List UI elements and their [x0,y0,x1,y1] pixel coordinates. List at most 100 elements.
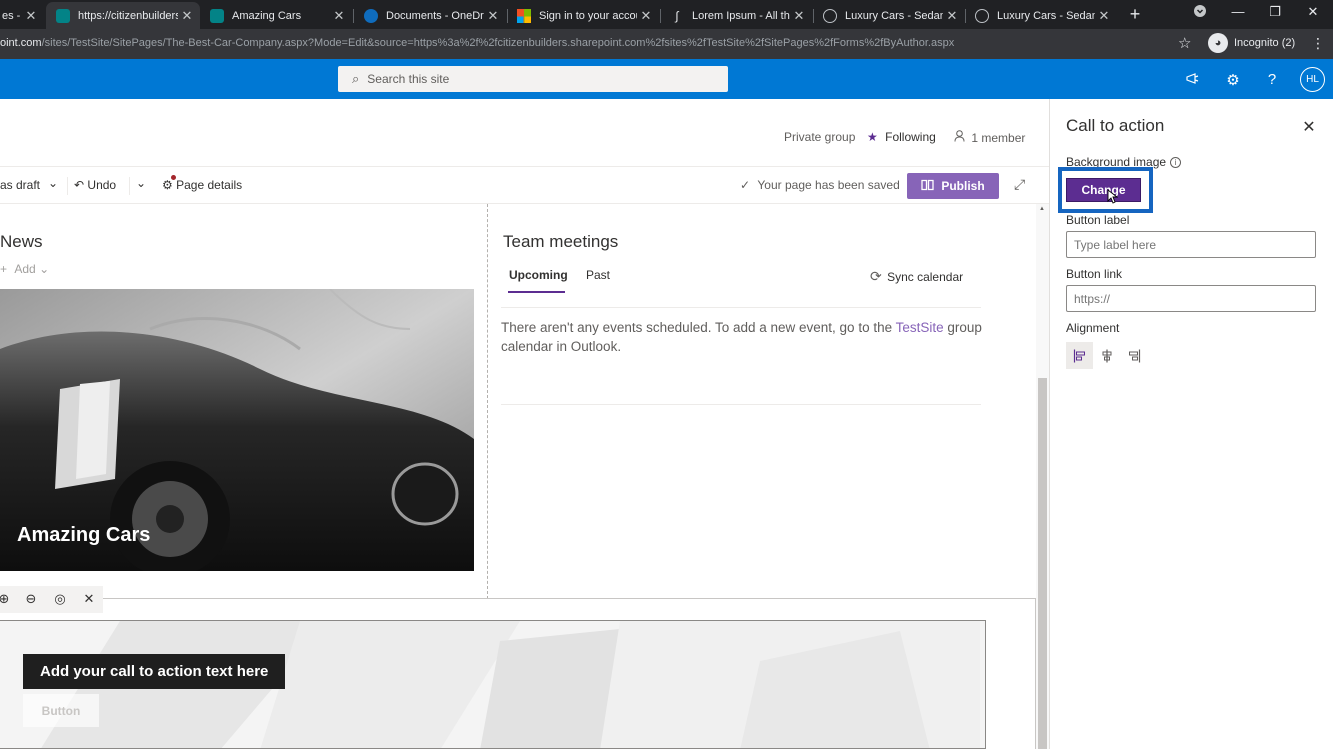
cta-text[interactable]: Add your call to action text here [23,654,286,689]
megaphone-icon[interactable] [1183,71,1203,91]
browser-tab[interactable]: es - ✕ [0,2,44,29]
chevron-down-icon[interactable]: ⌄ [48,176,58,190]
incognito-indicator[interactable]: ◕ Incognito (2) [1208,33,1295,53]
following-label: Following [885,130,936,144]
publish-label: Publish [941,179,985,193]
button-link-label: Button link [1066,267,1123,281]
scroll-up-arrow-icon[interactable]: ▲ [1039,206,1047,212]
save-status-label: Your page has been saved [757,178,900,192]
browser-address-bar[interactable]: oint.com/sites/TestSite/SitePages/The-Be… [0,29,1333,59]
browser-tab[interactable]: Amazing Cars ✕ [200,2,352,29]
divider [67,177,68,195]
browser-tab-active[interactable]: https://citizenbuilders. ✕ [46,2,200,29]
divider [501,307,981,308]
help-icon[interactable]: ? [1262,71,1282,88]
browser-tab[interactable]: Luxury Cars - Sedans, ✕ [965,2,1117,29]
restore-icon[interactable]: ❐ [1265,4,1285,20]
sync-icon: ⟳ [870,268,882,284]
cta-button[interactable]: Button [23,694,99,727]
no-events-message: There aren't any events scheduled. To ad… [501,318,986,356]
browser-tab-title: https://citizenbuilders. [78,9,178,22]
close-icon[interactable]: ✕ [1300,117,1318,137]
search-placeholder: Search this site [367,72,450,86]
close-tab-icon[interactable]: ✕ [1095,8,1113,24]
minimize-icon[interactable]: — [1228,4,1248,19]
bookmark-star-icon[interactable]: ☆ [1178,34,1191,52]
avatar[interactable]: HL [1300,67,1325,92]
members-label: 1 member [971,131,1026,145]
new-tab-plus-icon[interactable]: + [1125,4,1145,25]
tab-past[interactable]: Past [586,268,610,282]
sharepoint-favicon-icon [210,8,224,23]
page-details-button[interactable]: ⚙ Page details [162,175,242,192]
sharepoint-favicon-icon [56,8,70,23]
undo-button[interactable]: ↶ Undo [74,178,116,192]
divider [129,177,130,195]
browser-tab[interactable]: ∫ Lorem Ipsum - All the ✕ [660,2,812,29]
browser-tab-strip: es - ✕ https://citizenbuilders. ✕ Amazin… [0,0,1333,29]
browser-tab-title: Lorem Ipsum - All the [692,9,790,22]
settings-gear-icon[interactable]: ⚙ [1223,71,1243,89]
browser-tab[interactable]: Luxury Cars - Sedans, ✕ [813,2,965,29]
browser-tab-title: Amazing Cars [232,9,302,22]
property-pane-title: Call to action [1066,116,1165,135]
browser-tab-title: Sign in to your accoun [539,9,637,22]
news-heading: News [0,232,43,251]
close-tab-icon[interactable]: ✕ [484,8,502,24]
incognito-label: Incognito (2) [1234,37,1296,49]
undo-label: Undo [87,178,117,192]
testsite-group-link[interactable]: TestSite [896,320,944,335]
close-tab-icon[interactable]: ✕ [178,8,196,24]
browser-tab[interactable]: Documents - OneDrive ✕ [354,2,506,29]
onedrive-favicon-icon [364,8,378,23]
close-icon[interactable]: ✕ [81,591,97,607]
members-button[interactable]: 1 member [954,130,1025,145]
follow-toggle[interactable]: ★ Following [867,130,936,144]
close-tab-icon[interactable]: ✕ [790,8,808,24]
news-hero-title[interactable]: Amazing Cars [17,524,150,547]
button-label-input[interactable] [1066,231,1316,258]
info-icon[interactable]: i [1170,157,1182,168]
button-link-input[interactable] [1066,285,1316,312]
tab-search-icon[interactable] [1190,4,1210,21]
publish-button[interactable]: Publish [907,173,999,199]
undo-icon: ↶ [74,178,85,192]
close-tab-icon[interactable]: ✕ [22,8,40,24]
news-add-button[interactable]: + Add ⌄ [0,262,49,276]
expand-icon[interactable]: ⤢ [1014,176,1025,193]
window-close-icon[interactable]: ✕ [1303,4,1323,20]
align-left-button[interactable] [1066,342,1093,369]
align-right-button[interactable] [1120,342,1147,369]
message-text: There aren't any events scheduled. To ad… [501,320,896,335]
chevron-down-icon[interactable]: ⌄ [136,176,146,190]
reset-image-icon[interactable]: ◎ [52,591,68,607]
browser-tab-title: Luxury Cars - Sedans, [997,9,1095,22]
align-right-icon [1128,349,1140,362]
tab-upcoming[interactable]: Upcoming [509,268,568,282]
sync-calendar-button[interactable]: ⟳ Sync calendar [870,268,963,285]
browser-tab[interactable]: Sign in to your accoun ✕ [507,2,659,29]
close-tab-icon[interactable]: ✕ [943,8,961,24]
zoom-out-icon[interactable]: ⊖ [23,591,39,607]
team-meetings-heading: Team meetings [503,232,619,251]
active-tab-indicator [508,291,565,293]
close-tab-icon[interactable]: ✕ [637,8,655,24]
command-bar: as draft ⌄ ↶ Undo ⌄ ⚙ Page details ✓ You… [0,166,1049,204]
site-search-box[interactable]: ⌕ Search this site [338,66,728,92]
zoom-in-icon[interactable]: ⊕ [0,591,12,607]
search-icon: ⌕ [352,71,360,86]
scrollbar-thumb[interactable] [1038,378,1047,749]
chevron-down-icon: ⌄ [39,262,50,276]
url-text[interactable]: oint.com/sites/TestSite/SitePages/The-Be… [0,37,954,49]
incognito-icon: ◕ [1208,33,1228,53]
button-label-label: Button label [1066,213,1130,227]
browser-menu-icon[interactable]: ⋮ [1311,35,1325,52]
align-center-button[interactable] [1093,342,1120,369]
alignment-label: Alignment [1066,321,1120,335]
change-image-button[interactable]: Change [1066,178,1141,202]
browser-tab-title: Documents - OneDrive [386,9,484,22]
save-as-draft-button[interactable]: as draft [0,178,40,192]
close-tab-icon[interactable]: ✕ [330,8,348,24]
add-label: Add [14,262,36,276]
microsoft-favicon-icon [517,8,531,23]
